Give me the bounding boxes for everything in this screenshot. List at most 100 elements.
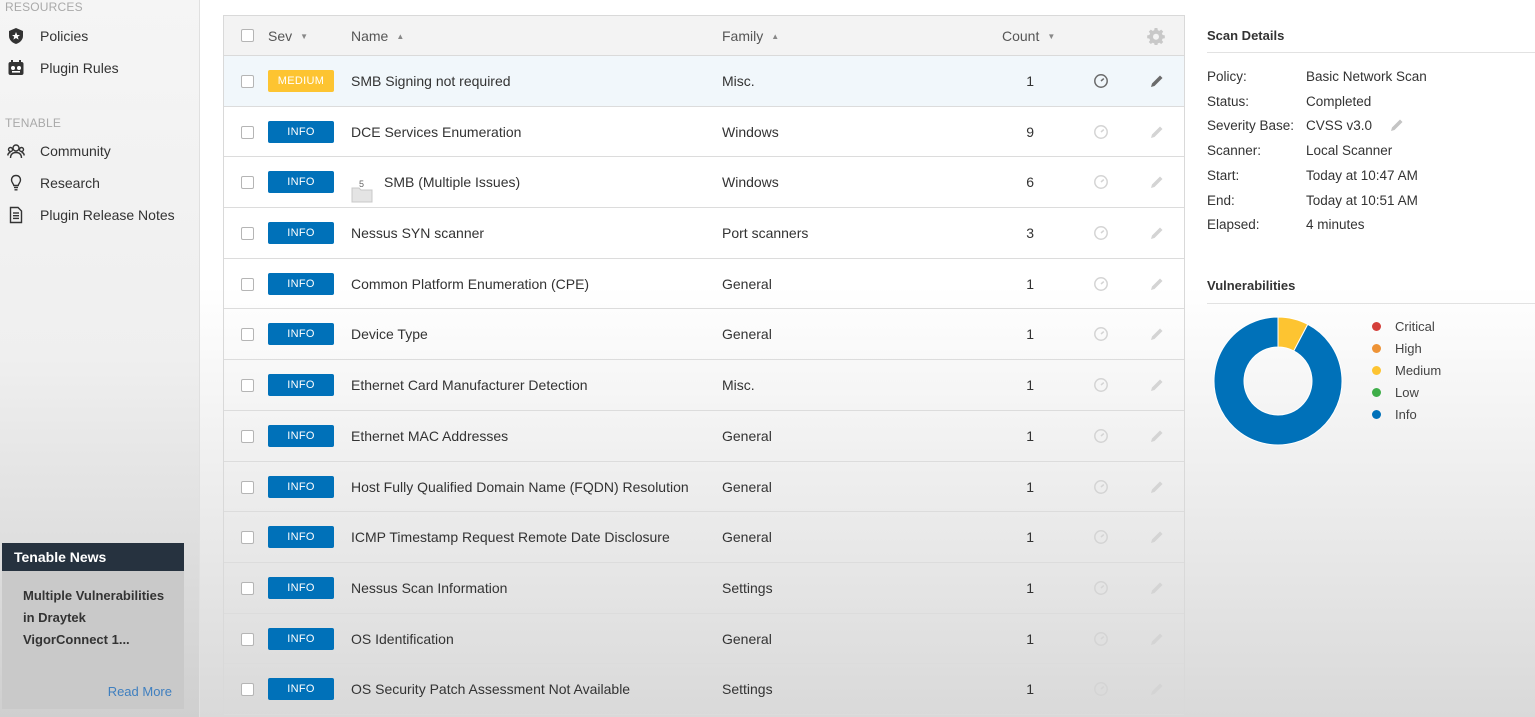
row-checkbox[interactable] [241, 75, 254, 88]
snooze-icon[interactable] [1093, 73, 1109, 89]
row-checkbox[interactable] [241, 227, 254, 241]
edit-icon[interactable] [1149, 326, 1165, 342]
table-row[interactable]: INFO Common Platform Enumeration (CPE) G… [224, 259, 1184, 310]
row-checkbox[interactable] [241, 176, 254, 190]
edit-icon[interactable] [1149, 529, 1165, 545]
column-header-family[interactable]: Family ▲ [722, 16, 779, 56]
edit-icon[interactable] [1149, 479, 1165, 495]
row-checkbox[interactable] [241, 531, 254, 545]
donut-slice-info[interactable] [1213, 316, 1343, 446]
edit-icon[interactable] [1149, 73, 1165, 89]
severity-badge: INFO [268, 120, 334, 143]
scan-detail-row: Policy: Basic Network Scan [1207, 69, 1427, 84]
vulnerability-name[interactable]: OS Identification [351, 614, 454, 664]
vulnerability-name[interactable]: Ethernet MAC Addresses [351, 411, 508, 461]
edit-icon[interactable] [1149, 681, 1165, 697]
snooze-icon[interactable] [1093, 479, 1109, 495]
scan-detail-key: Severity Base: [1207, 118, 1295, 134]
table-row[interactable]: INFO ICMP Timestamp Request Remote Date … [224, 512, 1184, 563]
row-checkbox[interactable] [241, 683, 254, 697]
table-row[interactable]: INFO OS Security Patch Assessment Not Av… [224, 664, 1184, 715]
snooze-icon[interactable] [1093, 124, 1109, 140]
severity-badge: INFO [268, 576, 334, 599]
snooze-icon[interactable] [1093, 580, 1109, 596]
vulnerability-name[interactable]: 5 SMB (Multiple Issues) [351, 157, 520, 207]
scan-detail-key: Scanner: [1207, 143, 1262, 159]
legend-dot [1372, 344, 1381, 353]
edit-icon[interactable] [1149, 428, 1165, 444]
column-header-sev[interactable]: Sev ▼ [268, 16, 308, 56]
table-row[interactable]: INFO Device Type General 1 [224, 309, 1184, 361]
table-row[interactable]: INFO Host Fully Qualified Domain Name (F… [224, 462, 1184, 513]
row-checkbox[interactable] [241, 328, 254, 342]
table-row[interactable]: INFO OS Identification General 1 [224, 614, 1184, 665]
snooze-icon[interactable] [1093, 225, 1109, 241]
table-row[interactable]: INFO Ethernet MAC Addresses General 1 [224, 411, 1184, 462]
table-row[interactable]: INFO DCE Services Enumeration Windows 9 [224, 107, 1184, 158]
vulnerability-name[interactable]: DCE Services Enumeration [351, 107, 521, 157]
sidebar-item-plugin-rules[interactable]: Plugin Rules [6, 56, 196, 80]
vulnerability-name[interactable]: ICMP Timestamp Request Remote Date Discl… [351, 512, 670, 562]
legend-label: Critical [1395, 319, 1435, 334]
snooze-icon[interactable] [1093, 631, 1109, 647]
table-body: MEDIUM SMB Signing not required Misc. 1 … [224, 56, 1184, 715]
sidebar-item-plugin-release-notes[interactable]: Plugin Release Notes [6, 203, 196, 227]
read-more-link[interactable]: Read More [108, 684, 172, 699]
vulnerability-name[interactable]: OS Security Patch Assessment Not Availab… [351, 664, 630, 714]
vulnerability-family: General [722, 529, 772, 546]
vulnerability-name[interactable]: Nessus Scan Information [351, 563, 507, 613]
vulnerability-name[interactable]: Common Platform Enumeration (CPE) [351, 259, 589, 309]
table-row[interactable]: MEDIUM SMB Signing not required Misc. 1 [224, 56, 1184, 107]
table-row[interactable]: INFO Nessus SYN scanner Port scanners 3 [224, 208, 1184, 259]
column-header-label: Family [722, 28, 764, 44]
vulnerability-name[interactable]: Host Fully Qualified Domain Name (FQDN) … [351, 462, 689, 512]
snooze-icon[interactable] [1093, 174, 1109, 190]
snooze-icon[interactable] [1093, 326, 1109, 342]
column-header-name[interactable]: Name ▲ [351, 16, 404, 56]
news-headline[interactable]: Multiple Vulnerabilities in Draytek Vigo… [2, 571, 184, 651]
snooze-icon[interactable] [1093, 529, 1109, 545]
snooze-icon[interactable] [1093, 428, 1109, 444]
vulnerability-family: Windows [722, 174, 779, 191]
sidebar-item-community[interactable]: Community [6, 139, 196, 163]
edit-icon[interactable] [1149, 631, 1165, 647]
edit-icon[interactable] [1149, 225, 1165, 241]
table-row[interactable]: INFO Nessus Scan Information Settings 1 [224, 563, 1184, 614]
row-checkbox[interactable] [241, 581, 254, 595]
scan-detail-key: Elapsed: [1207, 217, 1260, 233]
edit-icon[interactable] [1149, 580, 1165, 596]
row-checkbox[interactable] [241, 277, 254, 291]
table-row[interactable]: INFO 5 SMB (Multiple Issues) Windows 6 [224, 157, 1184, 209]
divider [1207, 303, 1535, 304]
table-row[interactable]: INFO Ethernet Card Manufacturer Detectio… [224, 360, 1184, 411]
row-checkbox[interactable] [241, 632, 254, 646]
vulnerability-name-text: Ethernet MAC Addresses [351, 427, 509, 444]
select-all-checkbox[interactable] [241, 29, 254, 42]
edit-icon[interactable] [1149, 276, 1165, 292]
gear-icon[interactable] [1147, 27, 1165, 45]
column-header-count[interactable]: Count ▼ [1002, 16, 1055, 56]
scan-detail-value: Completed [1306, 93, 1372, 109]
column-header-label: Name [351, 28, 389, 44]
sidebar-item-research[interactable]: Research [6, 171, 196, 195]
vulnerability-name[interactable]: SMB Signing not required [351, 56, 511, 106]
vulnerability-name-text: SMB Signing not required [351, 73, 511, 89]
vulnerability-name[interactable]: Nessus SYN scanner [351, 208, 484, 258]
row-checkbox[interactable] [241, 379, 254, 393]
vulnerability-name[interactable]: Device Type [351, 309, 428, 359]
vulnerability-name[interactable]: Ethernet Card Manufacturer Detection [351, 360, 588, 410]
edit-icon[interactable] [1149, 377, 1165, 393]
edit-icon[interactable] [1149, 174, 1165, 190]
edit-severity-base-icon[interactable] [1389, 117, 1405, 133]
row-checkbox[interactable] [241, 480, 254, 494]
vulnerability-count: 1 [1026, 427, 1034, 444]
row-checkbox[interactable] [241, 125, 254, 139]
vulnerabilities-table: Sev ▼ Name ▲ Family ▲ Count ▼ MEDIUM SMB Sig… [223, 15, 1185, 717]
snooze-icon[interactable] [1093, 377, 1109, 393]
edit-icon[interactable] [1149, 124, 1165, 140]
sidebar-item-label: Plugin Release Notes [40, 207, 175, 223]
row-checkbox[interactable] [241, 429, 254, 443]
sidebar-item-policies[interactable]: Policies [6, 24, 196, 48]
snooze-icon[interactable] [1093, 276, 1109, 292]
snooze-icon[interactable] [1093, 681, 1109, 697]
